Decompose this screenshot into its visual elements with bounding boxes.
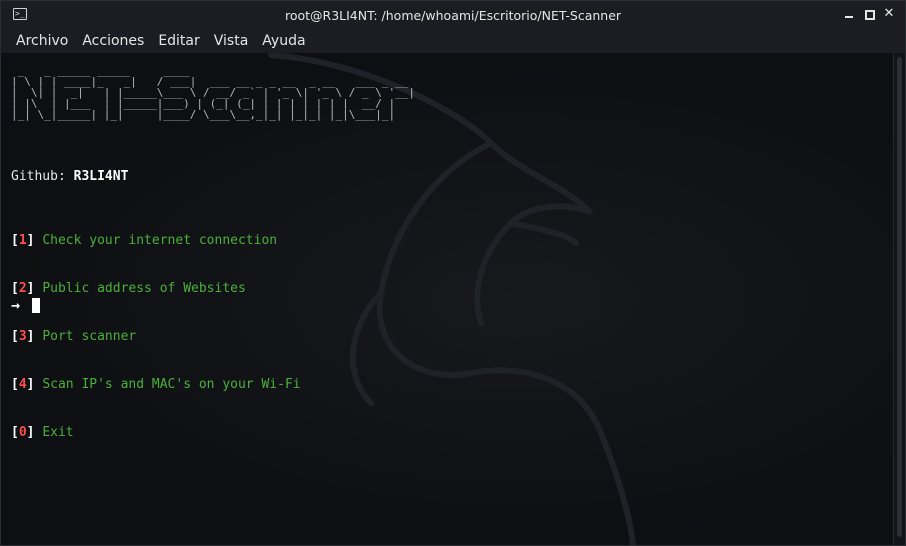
input-prompt[interactable]: → <box>11 296 41 314</box>
option-label: Check your internet connection <box>42 233 278 248</box>
menu-acciones[interactable]: Acciones <box>75 33 151 49</box>
vertical-scrollbar[interactable] <box>893 53 905 545</box>
option-number: 3 <box>18 329 27 344</box>
github-line: Github: R3LI4NT <box>11 169 128 185</box>
window-title: root@R3LI4NT: /home/whoami/Escritorio/NE… <box>284 7 622 23</box>
menu-editar[interactable]: Editar <box>151 33 206 49</box>
ascii-banner: _ _ _____ _____ ____ | \ | | ____|_ _| /… <box>11 64 415 121</box>
option-2: [2] Public address of Websites <box>11 281 246 296</box>
menu-bar: Archivo Acciones Editar Vista Ayuda <box>1 29 905 53</box>
terminal-icon[interactable]: >_ <box>13 8 27 20</box>
github-user: R3LI4NT <box>73 169 129 184</box>
option-label: Public address of Websites <box>42 281 246 296</box>
text-cursor <box>32 297 41 313</box>
terminal-area[interactable]: _ _ _____ _____ ____ | \ | | ____|_ _| /… <box>1 53 893 545</box>
option-label: Exit <box>42 425 74 440</box>
option-number: 2 <box>18 281 27 296</box>
github-label: Github: <box>11 169 66 184</box>
option-3: [3] Port scanner <box>11 329 137 344</box>
kali-dragon-icon <box>268 53 636 545</box>
terminal-window: >_ root@R3LI4NT: /home/whoami/Escritorio… <box>0 0 906 546</box>
option-1: [1] Check your internet connection <box>11 233 278 248</box>
prompt-arrow-icon: → <box>11 296 21 314</box>
minimize-icon[interactable] <box>843 8 855 20</box>
option-number: 0 <box>18 425 27 440</box>
option-list: [1] Check your internet connection [2] P… <box>11 201 301 473</box>
option-label: Port scanner <box>42 329 137 344</box>
scrollbar-thumb[interactable] <box>897 57 902 537</box>
menu-archivo[interactable]: Archivo <box>9 33 75 49</box>
menu-ayuda[interactable]: Ayuda <box>255 33 312 49</box>
menu-vista[interactable]: Vista <box>207 33 256 49</box>
option-number: 4 <box>18 377 27 392</box>
title-bar[interactable]: >_ root@R3LI4NT: /home/whoami/Escritorio… <box>1 1 905 29</box>
option-4: [4] Scan IP's and MAC's on your Wi-Fi <box>11 377 301 392</box>
maximize-icon[interactable] <box>863 8 875 20</box>
option-number: 1 <box>18 233 27 248</box>
option-0: [0] Exit <box>11 425 74 440</box>
option-label: Scan IP's and MAC's on your Wi-Fi <box>42 377 301 392</box>
close-icon[interactable]: ✕ <box>883 7 895 20</box>
